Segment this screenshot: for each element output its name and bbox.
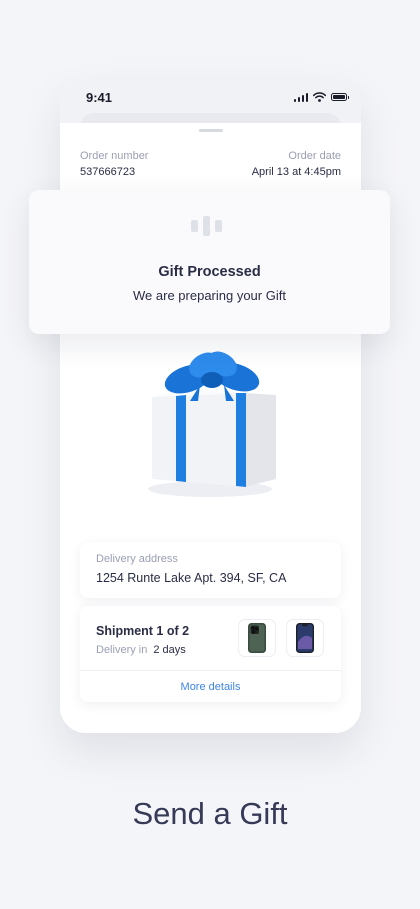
order-date-label: Order date	[288, 150, 341, 162]
gift-box-illustration	[130, 349, 290, 499]
battery-icon	[331, 93, 349, 101]
loading-bars-icon	[191, 216, 222, 236]
order-number-label: Order number	[80, 150, 149, 162]
iphone-silver-icon[interactable]	[286, 619, 324, 657]
shipment-divider	[80, 670, 341, 671]
delivery-address-label: Delivery address	[96, 553, 178, 565]
popup-subtitle: We are preparing your Gift	[133, 288, 286, 303]
phone-frame: 9:41 Order number 537666723 Order date A…	[60, 79, 361, 733]
popup-title: Gift Processed	[158, 264, 261, 280]
shipment-card: Shipment 1 of 2 Delivery in 2 days More …	[80, 606, 341, 702]
shipment-title: Shipment 1 of 2	[96, 624, 190, 638]
wifi-icon	[313, 92, 326, 102]
delivery-in-label: Delivery in	[96, 644, 148, 656]
status-icons	[293, 92, 349, 102]
shipment-delivery: Delivery in 2 days	[96, 644, 186, 656]
delivery-address-card[interactable]: Delivery address 1254 Runte Lake Apt. 39…	[80, 542, 341, 598]
order-date-value: April 13 at 4:45pm	[251, 166, 341, 178]
page-title: Send a Gift	[132, 796, 288, 831]
delivery-address-value: 1254 Runte Lake Apt. 394, SF, CA	[96, 571, 287, 585]
iphone-green-icon[interactable]	[238, 619, 276, 657]
delivery-days: 2 days	[153, 644, 186, 656]
more-details-link[interactable]: More details	[80, 681, 341, 693]
gift-processed-popup: Gift Processed We are preparing your Gif…	[29, 190, 390, 334]
sheet-grabber[interactable]	[199, 129, 223, 132]
signal-icon	[293, 92, 308, 102]
order-number-value: 537666723	[80, 166, 136, 178]
status-time: 9:41	[86, 90, 113, 105]
